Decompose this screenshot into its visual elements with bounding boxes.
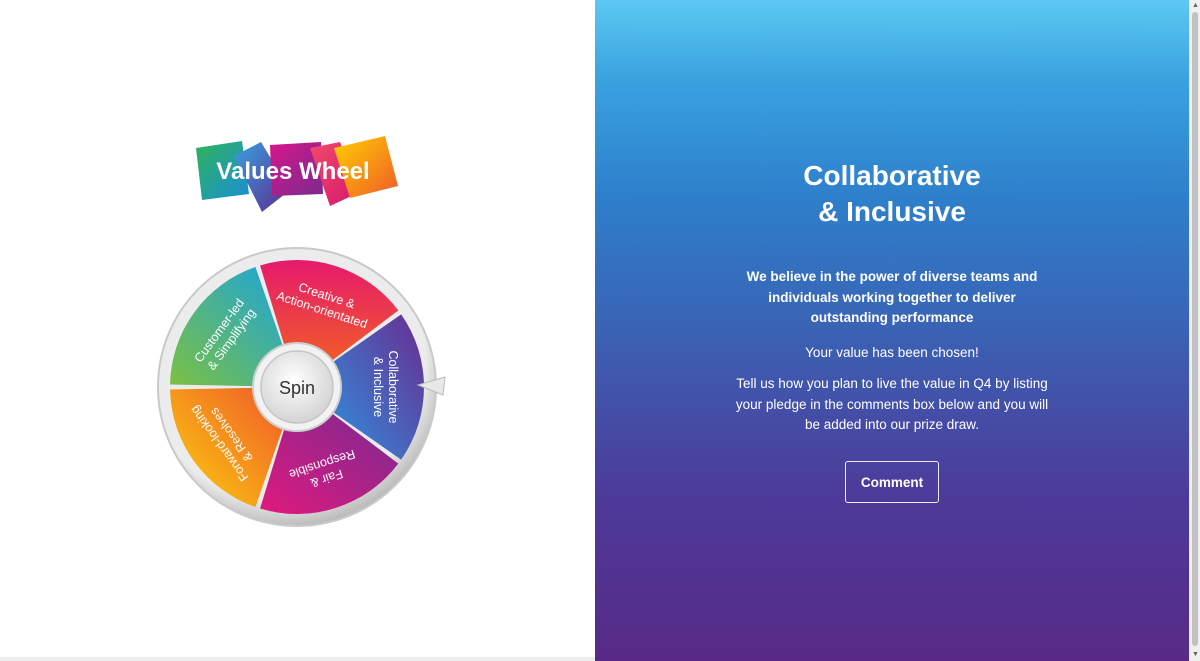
logo-text: Values Wheel bbox=[216, 158, 369, 185]
comment-button[interactable]: Comment bbox=[845, 461, 939, 503]
wheel-segment-text: Collaborative bbox=[386, 351, 400, 424]
value-detail-panel: Collaborative & Inclusive We believe in … bbox=[595, 0, 1189, 661]
wheel-segment-label: Collaborative& Inclusive bbox=[371, 351, 400, 424]
bottom-edge bbox=[0, 657, 595, 661]
chosen-message: Your value has been chosen! bbox=[805, 345, 979, 360]
scroll-down-arrow-icon[interactable]: ▼ bbox=[1191, 651, 1200, 659]
value-title-line2: & Inclusive bbox=[818, 196, 966, 227]
pledge-instructions: Tell us how you plan to live the value i… bbox=[735, 376, 1049, 432]
values-wheel: Creative & Action-orientated Collaborative… bbox=[155, 245, 455, 530]
values-wheel-logo: Values Wheel bbox=[190, 132, 405, 214]
value-description: We believe in the power of diverse teams… bbox=[746, 269, 1038, 325]
wheel-segment-text: & Inclusive bbox=[371, 357, 385, 417]
value-title-line1: Collaborative bbox=[803, 160, 981, 191]
left-pane: Values Wheel Creative & Action-orientated… bbox=[0, 0, 595, 661]
vertical-scrollbar[interactable]: ▲ ▼ bbox=[1189, 0, 1200, 661]
spin-label: Spin bbox=[279, 378, 315, 398]
scroll-thumb[interactable] bbox=[1192, 12, 1198, 646]
scroll-up-arrow-icon[interactable]: ▲ bbox=[1191, 2, 1200, 10]
spin-button[interactable]: Spin bbox=[252, 342, 342, 432]
value-title: Collaborative & Inclusive bbox=[595, 158, 1189, 230]
